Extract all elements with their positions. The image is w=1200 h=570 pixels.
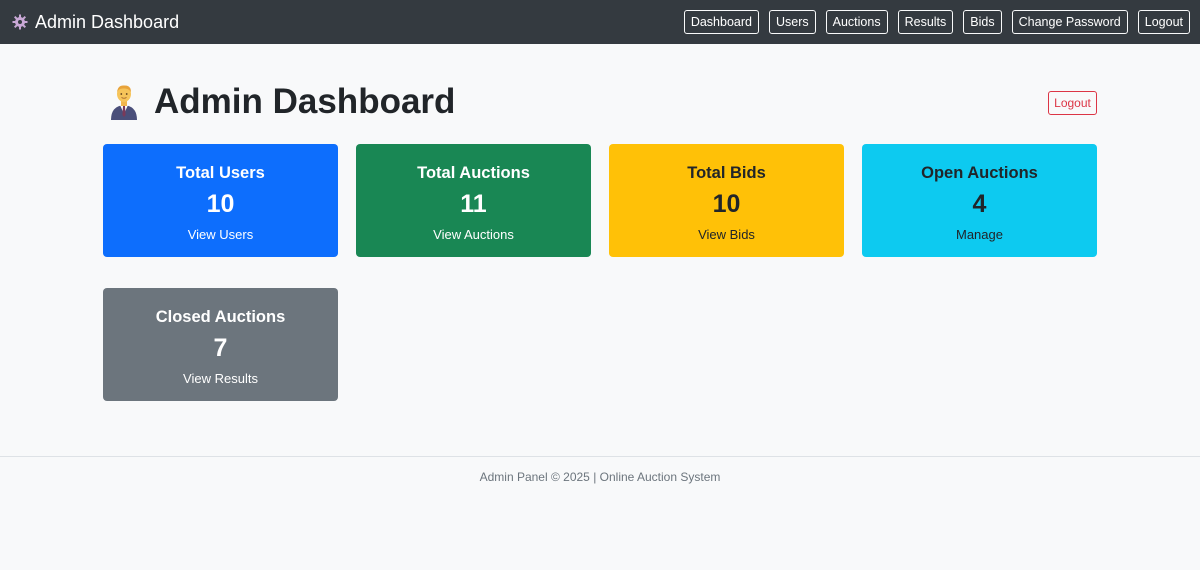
view-users-link[interactable]: View Users [188,227,254,243]
card-title: Open Auctions [921,164,1038,182]
card-total-bids: Total Bids 10 View Bids [609,144,844,257]
card-title: Total Users [176,164,265,182]
manage-link[interactable]: Manage [956,227,1003,243]
footer-divider [0,456,1200,457]
nav-users-button[interactable]: Users [768,10,816,34]
footer: Admin Panel © 2025 | Online Auction Syst… [0,470,1200,484]
gear-icon [12,14,28,30]
brand-label: Admin Dashboard [35,11,180,32]
card-title: Closed Auctions [155,308,286,326]
card-closed-auctions: Closed Auctions 7 View Results [103,288,338,401]
view-auctions-link[interactable]: View Auctions [433,227,514,243]
navbar-brand[interactable]: Admin Dashboard [12,0,179,44]
nav-dashboard-button[interactable]: Dashboard [683,10,759,34]
nav-bids-button[interactable]: Bids [963,10,1002,34]
nav-change-password-button[interactable]: Change Password [1011,10,1128,34]
card-title: Total Bids [687,164,766,182]
person-in-suit-icon [111,85,137,120]
nav-logout-button[interactable]: Logout [1137,10,1190,34]
top-navbar: Admin Dashboard Dashboard Users Auctions… [0,0,1200,44]
view-bids-link[interactable]: View Bids [698,227,755,243]
card-value: 11 [460,190,487,218]
page-header: Admin Dashboard [108,80,455,124]
logout-button[interactable]: Logout [1048,91,1097,115]
view-results-link[interactable]: View Results [183,371,258,387]
card-value: 10 [206,190,235,218]
card-total-auctions: Total Auctions 11 View Auctions [356,144,591,257]
nav-auctions-button[interactable]: Auctions [825,10,888,34]
card-value: 7 [213,334,228,362]
card-title: Total Auctions [417,164,530,182]
card-value: 10 [712,190,741,218]
card-total-users: Total Users 10 View Users [103,144,338,257]
card-open-auctions: Open Auctions 4 Manage [862,144,1097,257]
page-title: Admin Dashboard [154,82,456,121]
nav-links: Dashboard Users Auctions Results Bids Ch… [683,10,1190,34]
card-value: 4 [972,190,987,218]
footer-text: Admin Panel © 2025 | Online Auction Syst… [479,470,721,484]
nav-results-button[interactable]: Results [897,10,954,34]
